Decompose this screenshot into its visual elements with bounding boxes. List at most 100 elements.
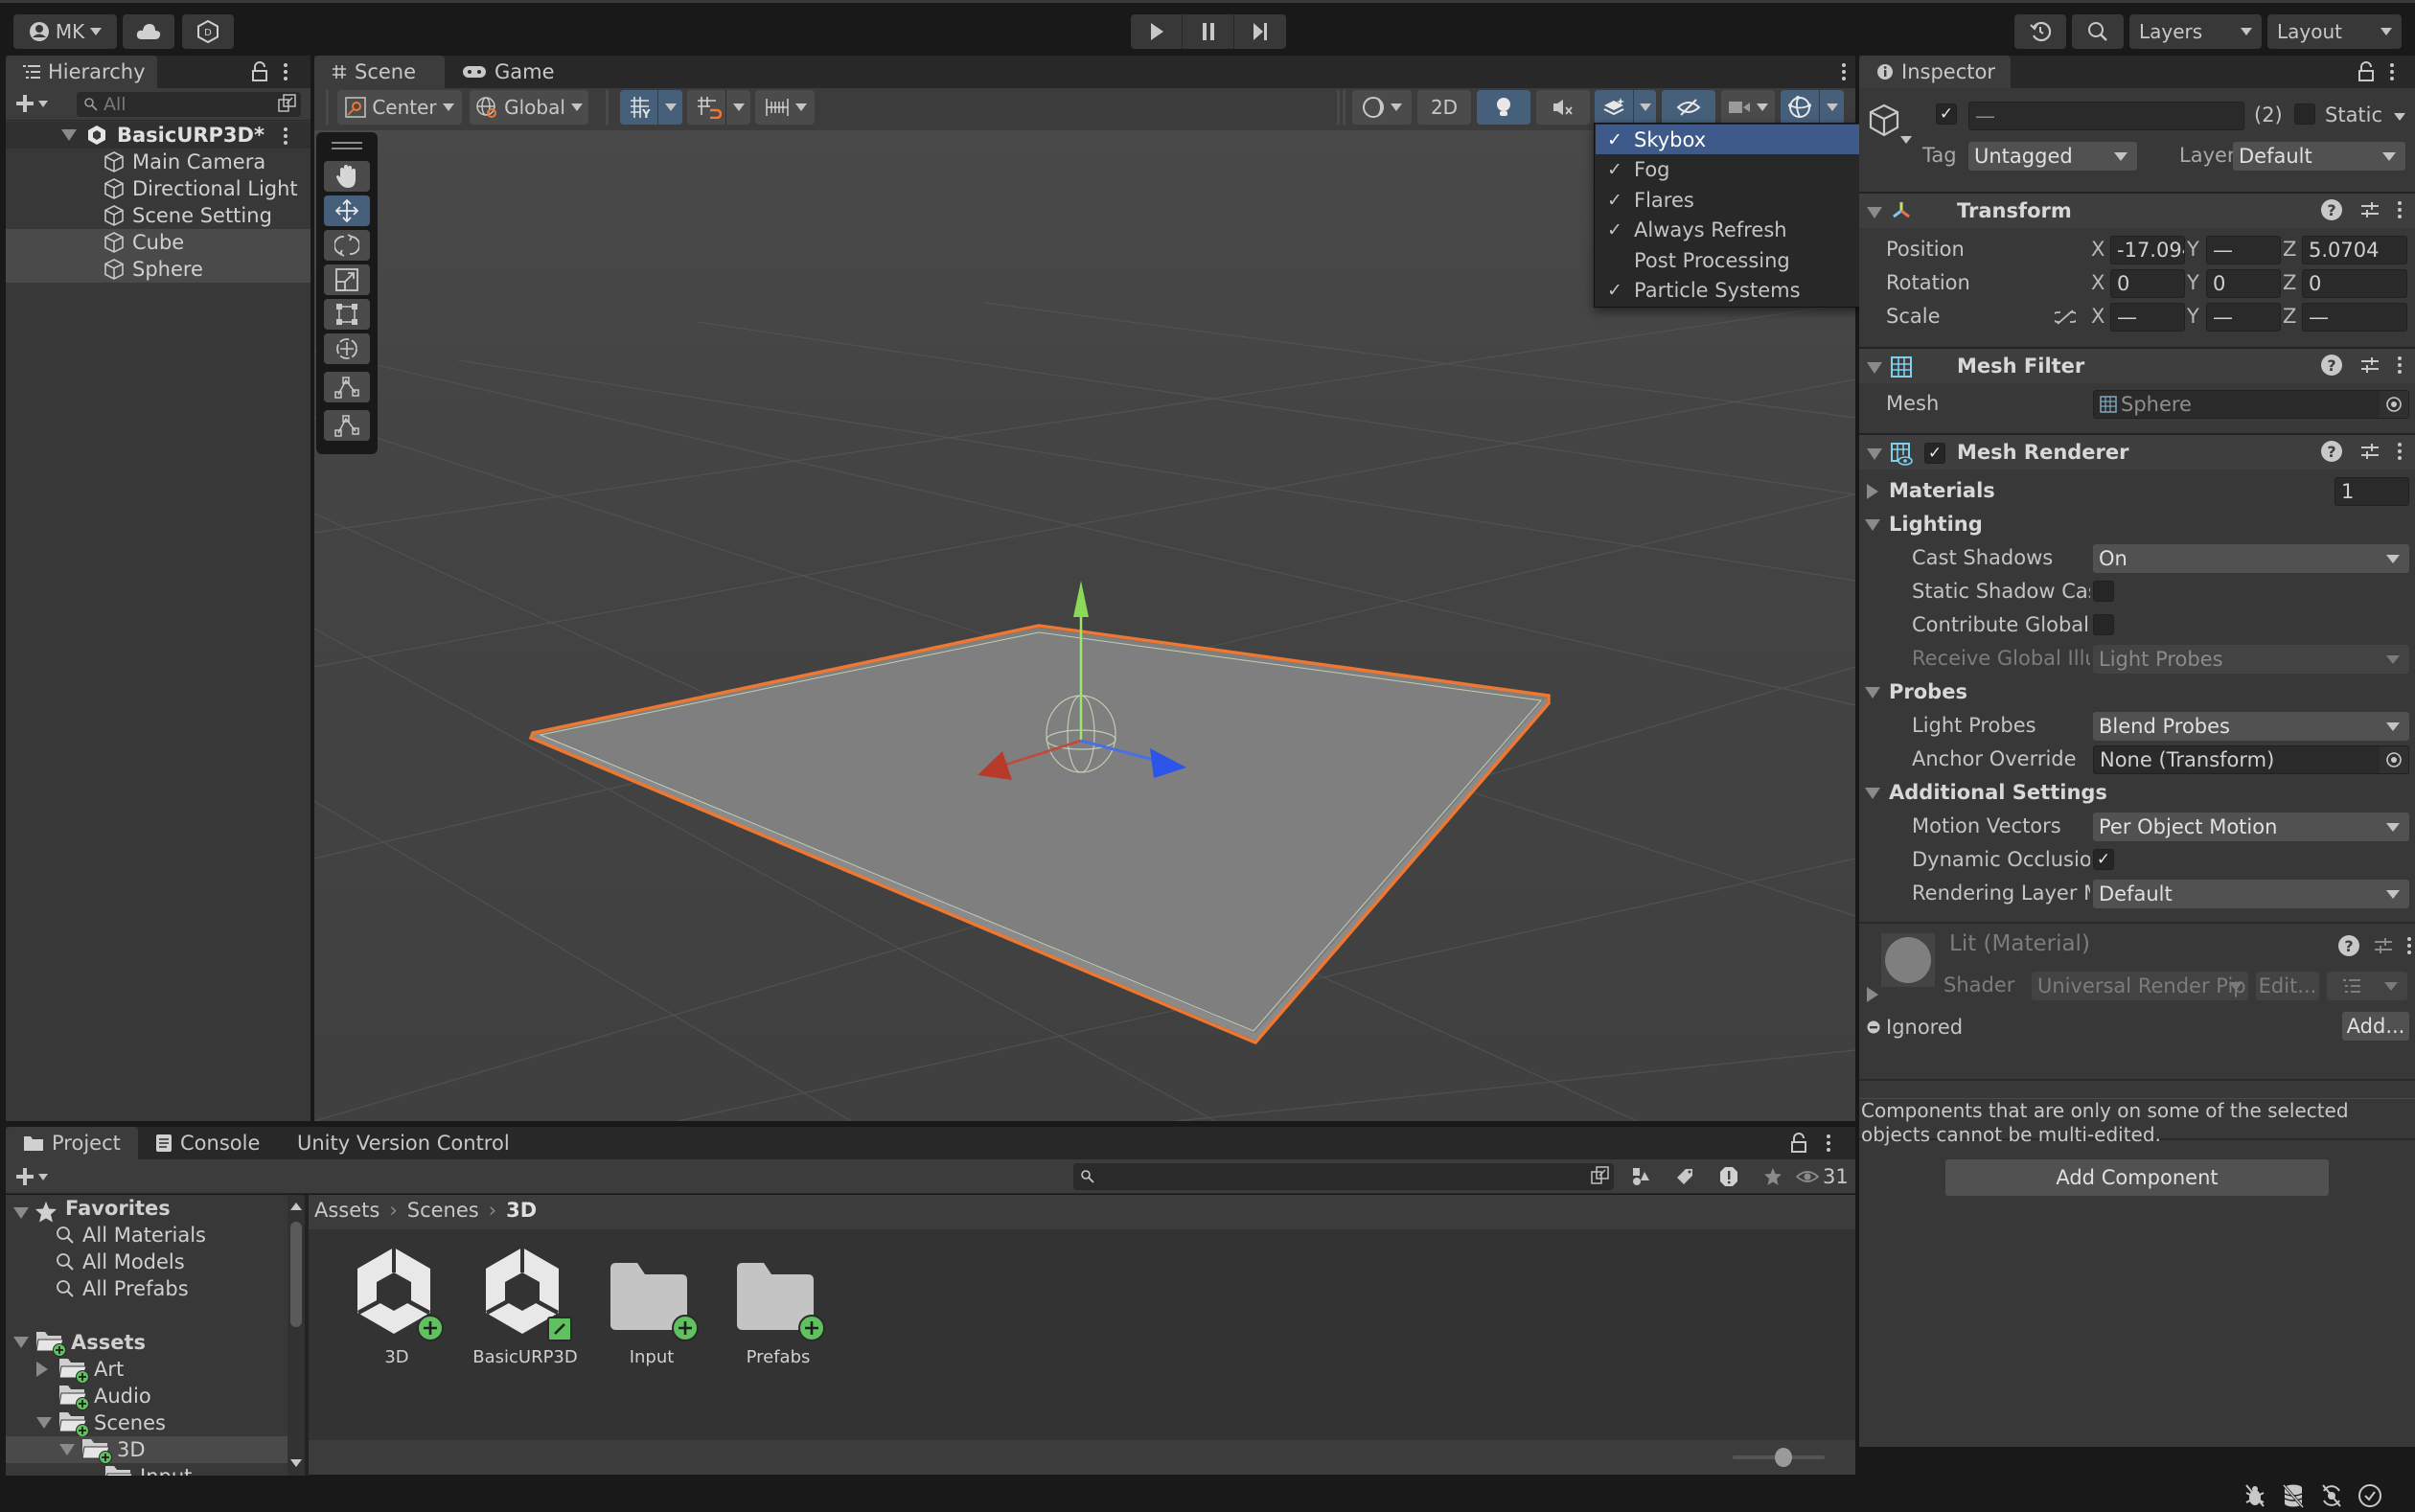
mesh-object-field[interactable]: Sphere <box>2093 390 2409 419</box>
static-dropdown-icon[interactable] <box>2394 113 2405 121</box>
favorites-label[interactable]: Favorites <box>65 1195 171 1222</box>
help-icon[interactable]: ? <box>2321 441 2342 462</box>
hierarchy-item[interactable]: Directional Light <box>6 175 310 202</box>
static-checkbox[interactable] <box>2294 103 2315 125</box>
auto-refresh-off-icon[interactable] <box>2319 1483 2344 1508</box>
constrain-proportions-icon[interactable] <box>2055 309 2076 326</box>
expand-arrow-icon[interactable] <box>1867 484 1878 499</box>
lighting-label[interactable]: Lighting <box>1889 513 1983 536</box>
lock-icon[interactable] <box>2358 61 2375 82</box>
hierarchy-item[interactable]: Scene Setting <box>6 202 310 229</box>
position-z-input[interactable]: 5.0704 <box>2302 236 2407 264</box>
favorite-item[interactable]: All Models <box>56 1249 185 1275</box>
materials-label[interactable]: Materials <box>1889 479 1995 502</box>
toolbar-grip[interactable] <box>1343 90 1346 125</box>
scroll-up-icon[interactable] <box>290 1203 302 1210</box>
help-icon[interactable]: ? <box>2321 199 2342 220</box>
breadcrumb-item[interactable]: Assets <box>314 1199 380 1222</box>
tag-dropdown[interactable]: Untagged <box>1968 142 2137 171</box>
additional-settings-label[interactable]: Additional Settings <box>1889 781 2107 804</box>
scale-z-input[interactable]: — <box>2302 303 2407 332</box>
palette-grip[interactable] <box>332 142 362 149</box>
rotation-z-input[interactable]: 0 <box>2302 269 2407 298</box>
favorite-item[interactable]: All Materials <box>56 1222 206 1249</box>
account-dropdown[interactable]: MK <box>13 14 117 49</box>
scale-y-input[interactable]: — <box>2206 303 2281 332</box>
presets-icon[interactable] <box>2359 442 2380 461</box>
asset-item[interactable]: BasicURP3D <box>468 1246 583 1367</box>
collapse-arrow-icon[interactable] <box>1867 207 1882 218</box>
mesh-renderer-header[interactable]: ✓ Mesh Renderer ? <box>1859 433 2415 470</box>
tab-game[interactable]: Game <box>445 56 569 88</box>
gizmos-dropdown[interactable] <box>1819 90 1844 125</box>
effects-menu-item[interactable]: ✓ Always Refresh <box>1596 216 1860 245</box>
search-by-importlog-button[interactable] <box>1708 1163 1750 1190</box>
view-tool-button[interactable] <box>324 161 370 192</box>
step-button[interactable] <box>1234 14 1286 49</box>
tree-scrollbar[interactable] <box>288 1195 305 1476</box>
grid-options-dropdown[interactable] <box>657 90 682 125</box>
unity-services-button[interactable]: D <box>182 14 234 49</box>
material-preview[interactable] <box>1881 933 1935 987</box>
grid-snap-dropdown[interactable] <box>725 90 750 125</box>
asset-item[interactable]: Input <box>594 1246 709 1367</box>
project-menu-icon[interactable] <box>1827 1134 1830 1152</box>
tab-console[interactable]: Console <box>138 1127 280 1159</box>
folder-tree-item[interactable]: Scenes <box>6 1409 288 1437</box>
tab-scene[interactable]: Scene <box>314 56 445 88</box>
custom-tool-2-button[interactable] <box>324 410 370 441</box>
help-icon[interactable]: ? <box>2338 935 2359 956</box>
scene-menu-icon[interactable] <box>1842 63 1846 80</box>
effects-menu-item[interactable]: ✓ Flares <box>1596 185 1860 215</box>
hidden-packages-toggle[interactable]: 31 <box>1796 1163 1849 1190</box>
folder-tree-item[interactable]: Audio <box>6 1383 288 1410</box>
toolbar-grip[interactable] <box>606 90 609 125</box>
mesh-renderer-enabled-checkbox[interactable]: ✓ <box>1924 443 1945 464</box>
hierarchy-search-input[interactable]: All <box>77 92 301 117</box>
check-circle-icon[interactable] <box>2358 1483 2382 1508</box>
breadcrumb-item[interactable]: Scenes <box>407 1199 479 1222</box>
rotation-y-input[interactable]: 0 <box>2206 269 2281 298</box>
folder-tree-item[interactable]: Input <box>6 1463 288 1476</box>
collapse-arrow-icon[interactable] <box>59 1444 75 1455</box>
asset-item[interactable]: Prefabs <box>721 1246 836 1367</box>
help-icon[interactable]: ? <box>2321 355 2342 376</box>
scale-tool-button[interactable] <box>324 264 370 295</box>
debug-off-icon[interactable] <box>2242 1483 2267 1508</box>
active-checkbox[interactable]: ✓ <box>1936 103 1957 125</box>
object-name-input[interactable]: — <box>1968 102 2244 130</box>
component-menu-icon[interactable] <box>2398 356 2402 374</box>
folder-tree-item[interactable]: Art <box>6 1356 288 1384</box>
breadcrumb-item[interactable]: 3D <box>506 1199 537 1222</box>
dynamic-occlusion-checkbox[interactable]: ✓ <box>2093 849 2114 870</box>
component-menu-icon[interactable] <box>2407 937 2411 954</box>
search-by-type-button[interactable] <box>1620 1163 1662 1190</box>
draw-mode-dropdown[interactable] <box>1352 90 1412 125</box>
static-shadow-caster-checkbox[interactable] <box>2093 581 2114 602</box>
materials-count-input[interactable]: 1 <box>2334 477 2409 506</box>
hierarchy-item[interactable]: Cube <box>6 229 310 256</box>
toggle-lighting-button[interactable] <box>1477 90 1530 125</box>
layer-dropdown[interactable]: Default <box>2233 142 2405 171</box>
favorite-item[interactable]: All Prefabs <box>56 1275 189 1302</box>
collapse-arrow-icon[interactable] <box>36 1417 52 1429</box>
expand-arrow-icon[interactable] <box>1867 987 1878 1002</box>
increment-snap-button[interactable] <box>755 90 815 125</box>
object-picker-icon[interactable] <box>2380 391 2408 418</box>
rotation-x-input[interactable]: 0 <box>2110 269 2185 298</box>
rendering-layer-mask-dropdown[interactable]: Default <box>2093 880 2409 908</box>
presets-icon[interactable] <box>2359 200 2380 219</box>
collapse-arrow-icon[interactable] <box>1867 448 1882 460</box>
toggle-audio-button[interactable] <box>1536 90 1590 125</box>
expand-arrow-icon[interactable] <box>61 129 77 141</box>
create-button[interactable] <box>15 94 48 113</box>
component-menu-icon[interactable] <box>2398 201 2402 218</box>
scene-root-row[interactable]: BasicURP3D* <box>6 122 310 149</box>
effects-menu-item[interactable]: ✓ Skybox <box>1596 125 1860 154</box>
effects-menu-item[interactable]: Post Processing <box>1596 245 1860 275</box>
scale-x-input[interactable]: — <box>2110 303 2185 332</box>
position-x-input[interactable]: -17.094 <box>2110 236 2185 264</box>
pause-button[interactable] <box>1183 14 1234 49</box>
search-popout-icon[interactable] <box>278 94 297 113</box>
search-by-label-button[interactable] <box>1664 1163 1706 1190</box>
